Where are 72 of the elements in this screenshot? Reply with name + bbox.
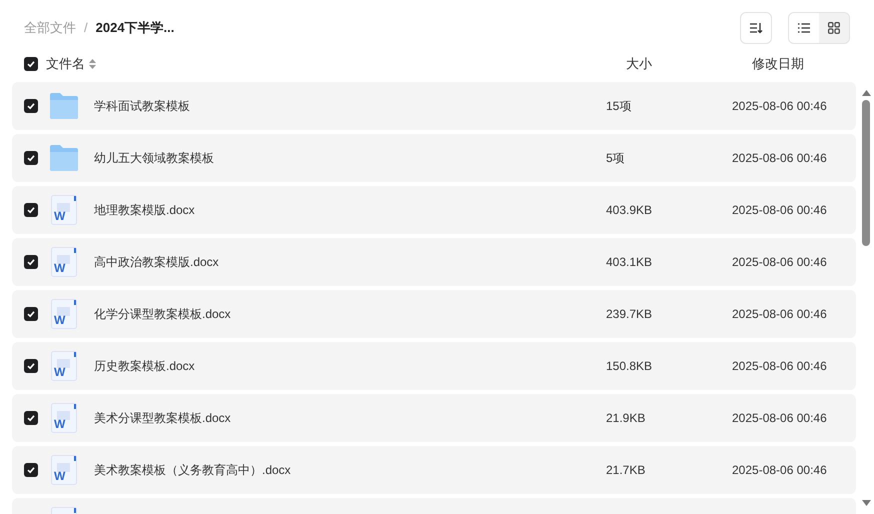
word-document-icon: W bbox=[51, 247, 77, 277]
modified-date: 2025-08-06 00:46 bbox=[732, 463, 827, 477]
file-name: 学科面试教案模板 bbox=[94, 99, 190, 113]
checkbox[interactable] bbox=[24, 411, 38, 425]
file-name: 化学分课型教案模板.docx bbox=[94, 307, 231, 321]
breadcrumb-item[interactable]: 2024下半学... bbox=[96, 18, 174, 38]
modified-date: 2025-08-06 00:46 bbox=[732, 255, 827, 269]
column-header[interactable]: 大小 bbox=[626, 54, 752, 74]
file-row[interactable]: W 地理教案模版.docx 403.9KB 2025-08-06 00:46 bbox=[12, 186, 856, 234]
folder-icon bbox=[49, 144, 79, 172]
breadcrumb-separator: / bbox=[84, 19, 88, 38]
file-name: 地理教案模版.docx bbox=[94, 203, 195, 217]
sort-icon bbox=[749, 22, 763, 34]
check-icon bbox=[27, 60, 35, 68]
modified-date: 2025-08-06 00:46 bbox=[732, 411, 827, 425]
file-row[interactable]: W 历史教案模板.docx 150.8KB 2025-08-06 00:46 bbox=[12, 342, 856, 390]
check-icon bbox=[27, 258, 35, 266]
scroll-down-icon[interactable] bbox=[862, 500, 870, 506]
checkbox[interactable] bbox=[24, 203, 38, 217]
modified-date: 2025-08-06 00:46 bbox=[732, 359, 827, 373]
file-row[interactable]: W 化学分课型教案模板.docx 239.7KB 2025-08-06 00:46 bbox=[12, 290, 856, 338]
file-row[interactable]: W 美术教案模板（义务教育高中）.docx 21.7KB 2025-08-06 00:46 bbox=[12, 446, 856, 494]
file-row[interactable]: W 美术分课型教案模板.docx 21.9KB 2025-08-06 00:46 bbox=[12, 394, 856, 442]
check-icon bbox=[27, 102, 35, 110]
checkbox[interactable] bbox=[24, 99, 38, 113]
checkbox[interactable] bbox=[24, 57, 38, 71]
word-document-icon: W bbox=[51, 195, 77, 225]
file-name: 历史教案模板.docx bbox=[94, 359, 195, 373]
grid-icon bbox=[828, 22, 840, 34]
checkbox[interactable] bbox=[24, 255, 38, 269]
check-icon bbox=[27, 414, 35, 422]
word-document-icon: W bbox=[51, 403, 77, 433]
check-icon bbox=[27, 362, 35, 370]
sort-arrows-icon[interactable] bbox=[89, 59, 96, 69]
file-size: 150.8KB bbox=[606, 359, 652, 373]
list-icon bbox=[798, 23, 810, 33]
file-name: 高中政治教案模版.docx bbox=[94, 255, 219, 269]
file-row[interactable]: 学科面试教案模板 15项 2025-08-06 00:46 bbox=[12, 82, 856, 130]
file-name: 美术教案模板（义务教育高中）.docx bbox=[94, 463, 291, 477]
scroll-up-icon[interactable] bbox=[862, 90, 870, 96]
list-view-button[interactable] bbox=[789, 13, 819, 43]
file-size: 21.9KB bbox=[606, 411, 646, 425]
file-name: 美术分课型教案模板.docx bbox=[94, 411, 231, 425]
file-size: 403.9KB bbox=[606, 203, 652, 217]
checkbox[interactable] bbox=[24, 463, 38, 477]
folder-icon bbox=[49, 92, 79, 120]
checkbox[interactable] bbox=[24, 307, 38, 321]
file-row[interactable]: 幼儿五大领域教案模板 5项 2025-08-06 00:46 bbox=[12, 134, 856, 182]
column-header[interactable]: 修改日期 bbox=[752, 54, 874, 74]
check-icon bbox=[27, 466, 35, 474]
sort-button[interactable] bbox=[740, 12, 772, 44]
modified-date: 2025-08-06 00:46 bbox=[732, 307, 827, 321]
modified-date: 2025-08-06 00:46 bbox=[732, 203, 827, 217]
check-icon bbox=[27, 154, 35, 162]
file-name: 幼儿五大领域教案模板 bbox=[94, 151, 214, 165]
check-icon bbox=[27, 206, 35, 214]
scrollbar-thumb[interactable] bbox=[862, 100, 870, 246]
word-document-icon: W bbox=[51, 299, 77, 329]
file-size: 403.1KB bbox=[606, 255, 652, 269]
file-size: 5项 bbox=[606, 151, 625, 165]
file-size: 15项 bbox=[606, 99, 632, 113]
file-row[interactable]: W 高中政治教案模版.docx 403.1KB 2025-08-06 00:46 bbox=[12, 238, 856, 286]
check-icon bbox=[27, 310, 35, 318]
word-document-icon: W bbox=[51, 351, 77, 381]
file-size: 21.7KB bbox=[606, 463, 646, 477]
column-header[interactable]: 文件名 bbox=[46, 54, 85, 74]
checkbox[interactable] bbox=[24, 151, 38, 165]
word-document-icon: W bbox=[51, 455, 77, 485]
modified-date: 2025-08-06 00:46 bbox=[732, 151, 827, 165]
modified-date: 2025-08-06 00:46 bbox=[732, 99, 827, 113]
checkbox[interactable] bbox=[24, 359, 38, 373]
file-size: 239.7KB bbox=[606, 307, 652, 321]
